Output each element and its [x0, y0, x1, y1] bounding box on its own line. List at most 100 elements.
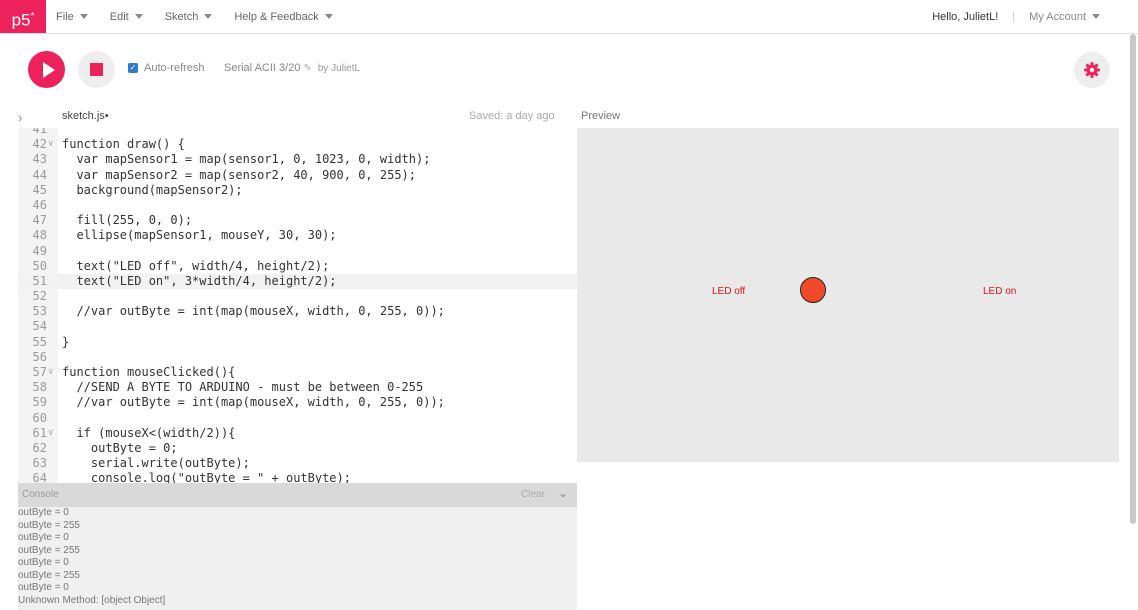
- code-line[interactable]: 64 console.log("outByte = " + outByte);: [18, 471, 577, 483]
- code-line[interactable]: 56: [18, 350, 577, 365]
- nav-menu: File Edit Sketch Help & Feedback: [56, 0, 355, 33]
- code-line[interactable]: 42 ∨ function draw() {: [18, 137, 577, 152]
- fold-toggle-icon[interactable]: ∨: [48, 137, 53, 152]
- line-number: 61: [32, 425, 47, 440]
- code-line[interactable]: 63 serial.write(outByte);: [18, 456, 577, 471]
- fold-toggle-icon[interactable]: ∨: [48, 365, 53, 380]
- code-editor[interactable]: 41 42 ∨ function draw() {43 var mapSensor1 …: [18, 128, 577, 483]
- line-number: 64: [32, 471, 47, 483]
- code-line[interactable]: 44 var mapSensor2 = map(sensor2, 40, 900…: [18, 168, 577, 183]
- chevron-down-icon: [79, 14, 88, 19]
- nav-separator: |: [1012, 10, 1016, 23]
- code-line[interactable]: 50 text("LED off", width/4, height/2);: [18, 259, 577, 274]
- sketch-name[interactable]: Serial ACII 3/20: [224, 62, 300, 74]
- code-line[interactable]: 43 var mapSensor1 = map(sensor1, 0, 1023…: [18, 152, 577, 167]
- line-number: 60: [32, 410, 47, 425]
- p5-logo[interactable]: p5*: [0, 0, 46, 33]
- led-on-text: LED on: [983, 286, 1017, 297]
- line-number: 58: [32, 380, 47, 395]
- line-number: 47: [32, 213, 47, 228]
- code-text: serial.write(outByte);: [62, 456, 250, 471]
- menu-sketch-label: Sketch: [164, 10, 199, 23]
- line-number: 63: [32, 456, 47, 471]
- code-line[interactable]: 58 //SEND A BYTE TO ARDUINO - must be be…: [18, 380, 577, 395]
- line-number: 50: [32, 258, 47, 273]
- code-line[interactable]: 55}: [18, 335, 577, 350]
- line-number: 42: [32, 137, 47, 152]
- line-number: 46: [32, 197, 47, 212]
- logo-text: p5: [11, 10, 31, 30]
- chevron-down-icon: [1092, 14, 1100, 19]
- play-icon: [42, 61, 55, 78]
- console-output: outByte = 0 outByte = 255 outByte = 0 outBy…: [18, 507, 577, 610]
- code-line[interactable]: 51 text("LED on", 3*width/4, height/2);: [18, 273, 577, 290]
- menu-edit[interactable]: Edit: [110, 11, 143, 23]
- stop-icon: [90, 63, 103, 76]
- line-number: 41: [32, 128, 47, 136]
- code-text: text("LED on", 3*width/4, height/2);: [62, 273, 337, 288]
- line-number: 49: [32, 243, 47, 258]
- auto-refresh-label: Auto-refresh: [144, 62, 205, 74]
- line-number: 44: [32, 167, 47, 182]
- line-number: 51: [32, 273, 47, 288]
- code-text: fill(255, 0, 0);: [62, 213, 193, 228]
- play-button[interactable]: [28, 51, 65, 88]
- preview-label: Preview: [581, 110, 621, 122]
- menu-file-label: File: [56, 10, 74, 23]
- code-text: //SEND A BYTE TO ARDUINO - must be betwe…: [62, 380, 424, 395]
- console-line: outByte = 0: [18, 582, 69, 593]
- code-line[interactable]: 54: [18, 319, 577, 334]
- line-number: 56: [32, 349, 47, 364]
- top-nav: p5* File Edit Sketch Help & Feedback Hel…: [0, 0, 1138, 34]
- code-line[interactable]: 46: [18, 198, 577, 213]
- auto-refresh-checkbox[interactable]: ✓: [128, 63, 138, 73]
- code-line[interactable]: 41: [18, 128, 577, 137]
- code-line[interactable]: 49: [18, 244, 577, 259]
- code-line[interactable]: 47 fill(255, 0, 0);: [18, 213, 577, 228]
- file-tab[interactable]: sketch.js•: [62, 110, 109, 122]
- chevron-down-icon: [134, 14, 143, 19]
- console-clear-button[interactable]: Clear: [521, 489, 545, 500]
- console-header: Console Clear ⌄: [18, 483, 577, 507]
- console-line: outByte = 0: [18, 557, 69, 568]
- code-line[interactable]: 62 outByte = 0;: [18, 441, 577, 456]
- line-number: 45: [32, 182, 47, 197]
- sketch-owner: by JulietL: [317, 62, 361, 74]
- code-line[interactable]: 45 background(mapSensor2);: [18, 183, 577, 198]
- code-text: console.log("outByte = " + outByte);: [62, 471, 351, 483]
- chevron-down-icon: [204, 14, 213, 19]
- stop-button[interactable]: [78, 51, 115, 88]
- code-line[interactable]: 60: [18, 411, 577, 426]
- logo-asterisk: *: [30, 11, 35, 22]
- line-number: 62: [32, 440, 47, 455]
- menu-file[interactable]: File: [56, 11, 88, 23]
- save-status: Saved: a day ago: [469, 110, 555, 122]
- code-line[interactable]: 52: [18, 289, 577, 304]
- code-lines: 41 42 ∨ function draw() {43 var mapSensor1 …: [18, 128, 577, 483]
- code-text: if (mouseX<(width/2)){: [62, 425, 236, 440]
- unsaved-indicator: •: [104, 110, 109, 122]
- line-number: 43: [32, 152, 47, 167]
- menu-help[interactable]: Help & Feedback: [234, 11, 333, 23]
- menu-sketch[interactable]: Sketch: [165, 11, 213, 23]
- console-line: outByte = 0: [18, 507, 69, 518]
- code-line[interactable]: 53 //var outByte = int(map(mouseX, width…: [18, 304, 577, 319]
- line-number: 48: [32, 228, 47, 243]
- code-text: }: [62, 334, 70, 349]
- settings-button[interactable]: [1074, 52, 1110, 88]
- code-line[interactable]: 48 ellipse(mapSensor1, mouseY, 30, 30);: [18, 228, 577, 243]
- preview-canvas[interactable]: LED off LED on: [577, 128, 1119, 462]
- code-line[interactable]: 61 ∨ if (mouseX<(width/2)){: [18, 426, 577, 441]
- chevron-right-icon[interactable]: ›: [18, 110, 22, 125]
- code-line[interactable]: 57 ∨ function mouseClicked(){: [18, 365, 577, 380]
- auto-refresh-toggle[interactable]: ✓ Auto-refresh: [128, 62, 205, 74]
- my-account-menu[interactable]: My Account: [1029, 11, 1100, 23]
- console-line: outByte = 255: [18, 544, 80, 556]
- console-line: outByte = 0: [18, 532, 69, 543]
- pencil-icon[interactable]: ✎: [303, 63, 311, 74]
- chevron-down-icon[interactable]: ⌄: [558, 486, 568, 500]
- fold-toggle-icon[interactable]: ∨: [48, 426, 53, 441]
- page-scrollbar[interactable]: [1130, 34, 1136, 524]
- my-account-label: My Account: [1029, 10, 1086, 23]
- code-line[interactable]: 59 //var outByte = int(map(mouseX, width…: [18, 395, 577, 410]
